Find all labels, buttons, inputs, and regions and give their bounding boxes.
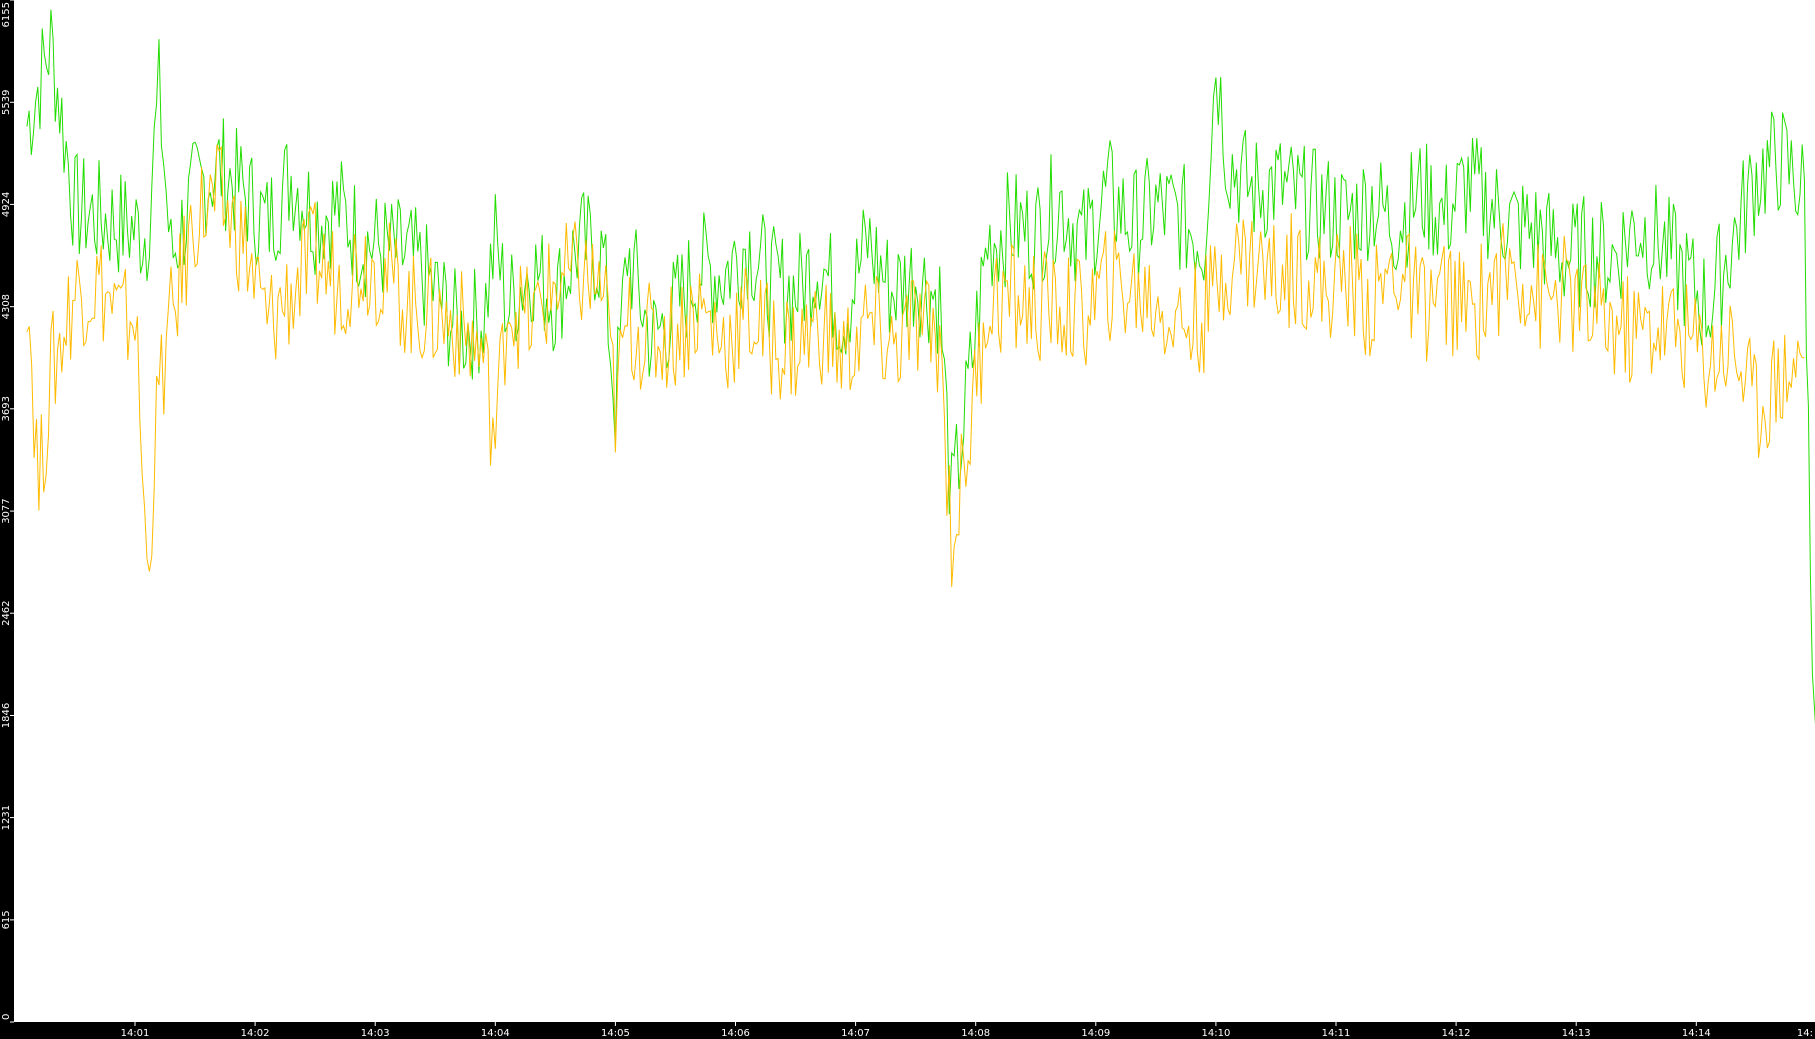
y-tick-label: 0 <box>1 1014 12 1020</box>
x-tick-label: 14: <box>1797 1028 1813 1039</box>
y-tick-label: 4308 <box>1 294 12 319</box>
x-tick-label: 14:10 <box>1201 1028 1230 1039</box>
line-chart: 0 615 1231 1846 2462 3077 3693 4308 4924 5539 6155… <box>0 0 1815 1039</box>
x-tick-label: 14:02 <box>241 1028 270 1039</box>
y-tick-label: 4924 <box>1 192 12 217</box>
x-tick-label: 14:06 <box>721 1028 750 1039</box>
x-tick-label: 14:12 <box>1442 1028 1471 1039</box>
x-tick-label: 14:08 <box>961 1028 990 1039</box>
x-axis-band <box>0 1022 1815 1039</box>
y-tick-label: 615 <box>1 910 12 929</box>
x-tick-label: 14:11 <box>1322 1028 1351 1039</box>
y-tick-label: 6155 <box>1 2 12 27</box>
x-tick-label: 14:14 <box>1682 1028 1711 1039</box>
y-tick-label: 3077 <box>1 498 12 523</box>
x-tick-label: 14:13 <box>1562 1028 1591 1039</box>
y-tick-label: 1231 <box>1 805 12 830</box>
y-tick-label: 1846 <box>1 703 12 728</box>
y-tick-label: 2462 <box>1 600 12 625</box>
x-tick-label: 14:03 <box>361 1028 390 1039</box>
y-tick-label: 3693 <box>1 396 12 421</box>
y-tick-label: 5539 <box>1 90 12 115</box>
x-tick-label: 14:01 <box>121 1028 150 1039</box>
x-tick-label: 14:05 <box>601 1028 630 1039</box>
x-tick-label: 14:04 <box>481 1028 510 1039</box>
x-tick-label: 14:09 <box>1081 1028 1110 1039</box>
x-tick-label: 14:07 <box>841 1028 870 1039</box>
